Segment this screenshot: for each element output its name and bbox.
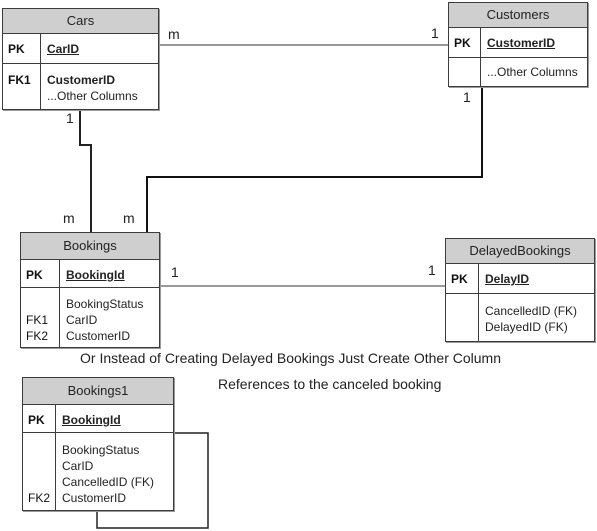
rel-line-customers-bookings bbox=[146, 86, 483, 232]
entity-title: Customers bbox=[449, 3, 587, 28]
pk-label: PK bbox=[3, 34, 41, 63]
rel-line-cars-bookings bbox=[79, 110, 92, 232]
cardinality-bookings-delayed-from: 1 bbox=[171, 264, 179, 280]
column-name: CustomerID bbox=[62, 491, 127, 505]
cardinality-cars-bookings-to: m bbox=[63, 210, 75, 226]
key-label bbox=[26, 296, 59, 312]
column-name: DelayedID (FK) bbox=[485, 320, 568, 334]
cardinality-cars-bookings-from: 1 bbox=[66, 110, 74, 126]
pk-column: DelayID bbox=[485, 272, 530, 286]
column-name: CancelledID (FK) bbox=[62, 475, 155, 489]
pk-column: BookingId bbox=[62, 413, 121, 427]
cardinality-cars-customers-to: 1 bbox=[431, 25, 439, 41]
note-line-1: Or Instead of Creating Delayed Bookings … bbox=[80, 350, 501, 366]
entity-title: Cars bbox=[3, 9, 158, 34]
key-label: FK2 bbox=[28, 491, 51, 505]
column-name: ...Other Columns bbox=[487, 65, 578, 79]
pk-column: CarID bbox=[47, 42, 80, 56]
column-name: BookingStatus bbox=[62, 443, 140, 457]
entity-cars[interactable]: Cars PK CarID FK1 CustomerID ...Other Co… bbox=[2, 8, 159, 110]
pk-column: CustomerID bbox=[487, 36, 556, 50]
cardinality-customers-bookings-from: 1 bbox=[463, 89, 471, 105]
column-name: CarID bbox=[62, 459, 94, 473]
note-line-2: References to the canceled booking bbox=[218, 376, 442, 392]
column-name: CustomerID bbox=[66, 329, 131, 343]
pk-label: PK bbox=[446, 264, 479, 293]
pk-column: BookingId bbox=[66, 268, 125, 282]
entity-title: Bookings bbox=[21, 233, 159, 260]
column-name: BookingStatus bbox=[66, 297, 144, 311]
cardinality-customers-bookings-to: m bbox=[123, 210, 135, 226]
pk-label: PK bbox=[449, 28, 481, 57]
key-label bbox=[28, 458, 55, 474]
pk-label: PK bbox=[23, 405, 56, 432]
entity-delayed-bookings[interactable]: DelayedBookings PK DelayID CancelledID (… bbox=[445, 238, 595, 342]
entity-title: DelayedBookings bbox=[446, 239, 594, 264]
key-label: FK2 bbox=[26, 329, 49, 343]
column-name: CustomerID bbox=[47, 73, 116, 87]
key-label bbox=[28, 442, 55, 458]
column-name: CancelledID (FK) bbox=[485, 304, 578, 318]
column-name: ...Other Columns bbox=[47, 89, 138, 103]
entity-bookings1[interactable]: Bookings1 PK BookingId FK2 BookingStatus… bbox=[22, 377, 174, 511]
entity-customers[interactable]: Customers PK CustomerID ...Other Columns bbox=[448, 2, 588, 87]
key-label: FK1 bbox=[26, 313, 49, 327]
entity-bookings[interactable]: Bookings PK BookingId FK1 FK2 BookingSta… bbox=[20, 232, 160, 348]
entity-title: Bookings1 bbox=[23, 378, 173, 405]
key-label bbox=[28, 474, 55, 490]
cardinality-cars-customers-from: m bbox=[168, 26, 180, 42]
key-label: FK1 bbox=[8, 73, 31, 87]
pk-label: PK bbox=[21, 260, 60, 287]
cardinality-bookings-delayed-to: 1 bbox=[428, 262, 436, 278]
column-name: CarID bbox=[66, 313, 98, 327]
